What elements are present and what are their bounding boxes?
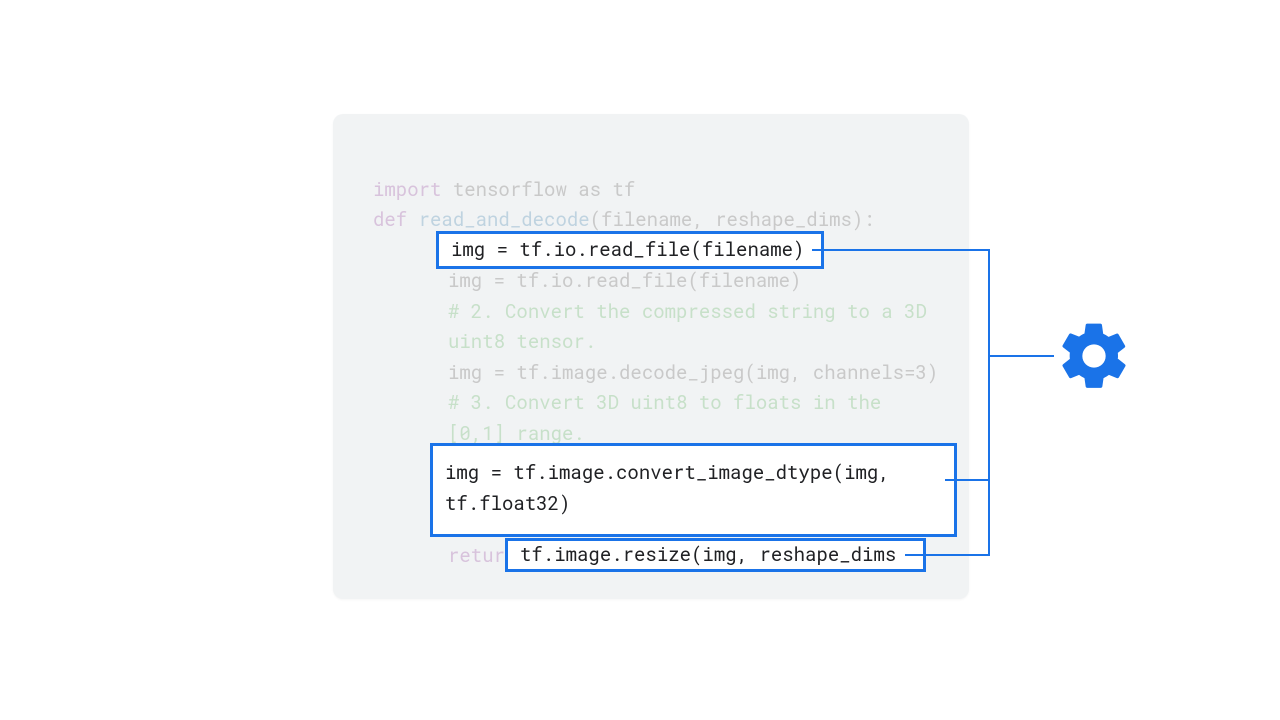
code-text: (filename, reshape_dims): xyxy=(590,207,875,232)
connector-branch-1 xyxy=(812,249,990,251)
highlight-read-file: img = tf.io.read_file(filename) xyxy=(436,231,824,269)
connector-branch-2 xyxy=(945,479,990,481)
highlight-text: tf.image.resize(img, reshape_dims xyxy=(520,540,896,571)
keyword-def: def xyxy=(373,207,407,232)
highlight-convert-dtype: img = tf.image.convert_image_dtype(img, … xyxy=(430,443,957,537)
gear-icon xyxy=(1054,316,1134,396)
code-text: img = tf.image.decode_jpeg(img, channels… xyxy=(448,360,938,385)
highlight-text: img = tf.image.convert_image_dtype(img, … xyxy=(445,458,942,519)
code-comment: # 3. Convert 3D uint8 to floats in the [… xyxy=(448,390,881,446)
code-text: tensorflow as tf xyxy=(441,177,635,202)
code-text: img = tf.io.read_file(filename) xyxy=(448,268,801,293)
code-comment: # 2. Convert the compressed string to a … xyxy=(448,299,927,355)
connector-branch-3 xyxy=(905,554,990,556)
highlight-resize: tf.image.resize(img, reshape_dims xyxy=(505,538,926,572)
connector-bus xyxy=(988,249,990,554)
highlight-text: img = tf.io.read_file(filename) xyxy=(451,235,804,266)
keyword-import: import xyxy=(373,177,441,202)
function-name: read_and_decode xyxy=(407,207,589,232)
connector-to-gear xyxy=(988,355,1054,357)
